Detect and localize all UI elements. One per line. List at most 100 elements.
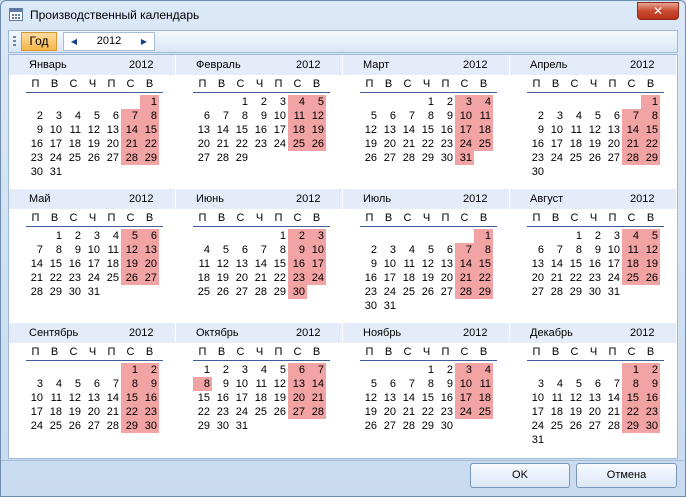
day-cell[interactable]: 16: [436, 391, 455, 405]
day-cell[interactable]: 19: [360, 405, 379, 419]
day-cell[interactable]: 30: [26, 165, 45, 179]
day-cell-holiday[interactable]: 28: [622, 151, 641, 165]
day-cell-holiday[interactable]: 12: [641, 243, 660, 257]
day-cell-holiday[interactable]: 19: [121, 257, 140, 271]
day-cell[interactable]: 16: [360, 271, 379, 285]
day-cell[interactable]: 23: [26, 151, 45, 165]
next-year-arrow-icon[interactable]: ▶: [137, 33, 151, 50]
day-cell-holiday[interactable]: 30: [641, 419, 660, 433]
day-cell[interactable]: 25: [398, 285, 417, 299]
day-cell-holiday[interactable]: 7: [307, 363, 326, 377]
day-cell[interactable]: 25: [565, 151, 584, 165]
day-cell[interactable]: 1: [193, 363, 212, 377]
cancel-button[interactable]: Отмена: [576, 463, 677, 488]
day-cell[interactable]: 15: [45, 257, 64, 271]
day-cell[interactable]: 24: [231, 405, 250, 419]
day-cell-holiday[interactable]: 25: [474, 137, 493, 151]
day-cell-holiday[interactable]: 17: [455, 123, 474, 137]
day-cell-holiday[interactable]: 11: [622, 243, 641, 257]
day-cell[interactable]: 20: [102, 137, 121, 151]
day-cell-holiday[interactable]: 3: [455, 363, 474, 377]
day-cell-holiday[interactable]: 25: [288, 137, 307, 151]
day-cell[interactable]: 5: [565, 377, 584, 391]
day-cell-holiday[interactable]: 22: [474, 271, 493, 285]
day-cell[interactable]: 15: [565, 257, 584, 271]
day-cell-holiday[interactable]: 5: [121, 229, 140, 243]
day-cell-holiday[interactable]: 22: [622, 405, 641, 419]
day-cell[interactable]: 26: [212, 285, 231, 299]
day-cell[interactable]: 11: [565, 123, 584, 137]
day-cell[interactable]: 20: [603, 137, 622, 151]
day-cell[interactable]: 10: [527, 391, 546, 405]
day-cell-holiday[interactable]: 4: [474, 363, 493, 377]
day-cell[interactable]: 9: [527, 123, 546, 137]
day-cell[interactable]: 12: [64, 391, 83, 405]
day-cell-holiday[interactable]: 8: [474, 243, 493, 257]
day-cell[interactable]: 21: [102, 405, 121, 419]
day-cell[interactable]: 13: [379, 123, 398, 137]
day-cell[interactable]: 28: [398, 419, 417, 433]
day-cell[interactable]: 5: [269, 363, 288, 377]
day-cell-holiday[interactable]: 13: [140, 243, 159, 257]
day-cell[interactable]: 15: [269, 257, 288, 271]
day-cell[interactable]: 5: [64, 377, 83, 391]
day-cell[interactable]: 3: [83, 229, 102, 243]
day-cell[interactable]: 6: [83, 377, 102, 391]
day-cell[interactable]: 24: [83, 271, 102, 285]
day-cell[interactable]: 16: [250, 123, 269, 137]
day-cell-holiday[interactable]: 16: [288, 257, 307, 271]
day-cell[interactable]: 3: [231, 363, 250, 377]
day-cell-holiday[interactable]: 15: [641, 123, 660, 137]
day-cell[interactable]: 11: [546, 391, 565, 405]
day-cell[interactable]: 24: [603, 271, 622, 285]
day-cell[interactable]: 17: [269, 123, 288, 137]
day-cell-holiday[interactable]: 23: [288, 271, 307, 285]
day-cell[interactable]: 11: [250, 377, 269, 391]
day-cell-holiday[interactable]: 2: [140, 363, 159, 377]
day-cell[interactable]: 13: [102, 123, 121, 137]
day-cell[interactable]: 6: [379, 109, 398, 123]
day-cell[interactable]: 29: [417, 151, 436, 165]
day-cell-holiday[interactable]: 11: [474, 377, 493, 391]
day-cell[interactable]: 16: [436, 123, 455, 137]
day-cell[interactable]: 3: [527, 377, 546, 391]
day-cell[interactable]: 11: [398, 257, 417, 271]
day-cell[interactable]: 10: [45, 123, 64, 137]
day-cell[interactable]: 6: [603, 109, 622, 123]
day-cell[interactable]: 19: [269, 391, 288, 405]
day-cell[interactable]: 26: [269, 405, 288, 419]
day-cell[interactable]: 20: [379, 137, 398, 151]
day-cell[interactable]: 11: [102, 243, 121, 257]
day-cell[interactable]: 8: [417, 377, 436, 391]
day-cell[interactable]: 19: [64, 405, 83, 419]
day-cell[interactable]: 12: [360, 391, 379, 405]
day-cell[interactable]: 31: [379, 299, 398, 313]
day-cell[interactable]: 26: [417, 285, 436, 299]
day-cell-holiday[interactable]: 1: [641, 95, 660, 109]
day-cell[interactable]: 29: [45, 285, 64, 299]
day-cell[interactable]: 14: [398, 391, 417, 405]
day-cell-holiday[interactable]: 6: [140, 229, 159, 243]
day-cell[interactable]: 19: [212, 271, 231, 285]
day-cell[interactable]: 1: [565, 229, 584, 243]
day-cell[interactable]: 17: [603, 257, 622, 271]
day-cell[interactable]: 13: [231, 257, 250, 271]
day-cell[interactable]: 9: [436, 377, 455, 391]
day-cell[interactable]: 7: [102, 377, 121, 391]
day-cell[interactable]: 12: [360, 123, 379, 137]
day-cell-holiday[interactable]: 2: [641, 363, 660, 377]
day-cell[interactable]: 2: [360, 243, 379, 257]
day-cell[interactable]: 2: [527, 109, 546, 123]
day-cell-holiday[interactable]: 8: [641, 109, 660, 123]
day-cell-holiday[interactable]: 21: [307, 391, 326, 405]
day-cell-holiday[interactable]: 4: [622, 229, 641, 243]
day-cell[interactable]: 21: [250, 271, 269, 285]
day-cell[interactable]: 27: [231, 285, 250, 299]
day-cell-holiday[interactable]: 15: [140, 123, 159, 137]
day-cell[interactable]: 9: [436, 109, 455, 123]
day-cell-holiday[interactable]: 11: [474, 109, 493, 123]
day-cell[interactable]: 16: [212, 391, 231, 405]
day-cell[interactable]: 18: [546, 405, 565, 419]
day-cell-holiday[interactable]: 26: [641, 271, 660, 285]
day-cell[interactable]: 8: [45, 243, 64, 257]
